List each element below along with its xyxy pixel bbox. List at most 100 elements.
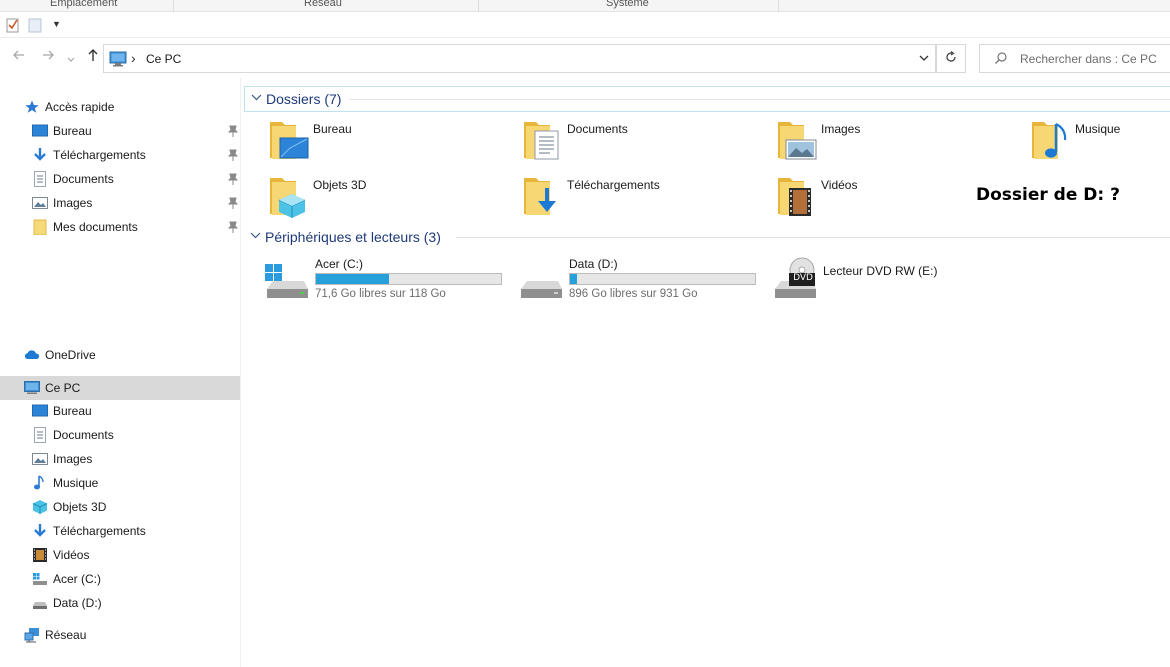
ribbon-separator bbox=[173, 0, 174, 12]
drive-c-icon bbox=[32, 571, 48, 587]
pin-icon[interactable] bbox=[226, 172, 239, 186]
cloud-icon bbox=[24, 347, 40, 363]
sidebar-item-label: Ce PC bbox=[45, 381, 81, 395]
sidebar-item-videos[interactable]: Vidéos bbox=[0, 543, 240, 567]
recent-locations-button[interactable] bbox=[67, 51, 75, 69]
sidebar-item-musique[interactable]: Musique bbox=[0, 471, 240, 495]
pin-icon[interactable] bbox=[226, 148, 239, 162]
sidebar-item-quick-access[interactable]: Accès rapide bbox=[0, 95, 240, 119]
pictures-icon bbox=[32, 451, 48, 467]
sidebar-item-label: Images bbox=[53, 196, 93, 210]
overlay-annotation: Dossier de D: ? bbox=[976, 185, 1120, 205]
sidebar-item-bureau[interactable]: Bureau bbox=[0, 399, 240, 423]
videos-folder-icon bbox=[776, 174, 818, 221]
3d-objects-folder-icon bbox=[268, 174, 310, 221]
pin-icon[interactable] bbox=[226, 124, 239, 138]
downloads-icon bbox=[32, 147, 48, 163]
desktop-icon bbox=[32, 403, 48, 419]
folder-label: Documents bbox=[567, 122, 628, 136]
folder-tile-bureau[interactable]: Bureau bbox=[268, 118, 518, 172]
star-icon bbox=[24, 99, 40, 115]
address-bar[interactable]: › Ce PC bbox=[103, 44, 936, 73]
drive-free-space: 71,6 Go libres sur 118 Go bbox=[315, 288, 446, 300]
folder-tile-images[interactable]: Images bbox=[776, 118, 1026, 172]
breadcrumb-chevron-icon[interactable]: › bbox=[131, 50, 136, 66]
drive-free-space: 896 Go libres sur 931 Go bbox=[569, 288, 698, 300]
desktop-icon bbox=[32, 123, 48, 139]
documents-icon bbox=[32, 171, 48, 187]
up-button[interactable] bbox=[86, 48, 100, 67]
folder-tile-musique[interactable]: Musique bbox=[1030, 118, 1170, 172]
network-icon bbox=[24, 627, 40, 643]
folders-group-header[interactable]: Dossiers (7) bbox=[244, 86, 1170, 112]
breadcrumb-current[interactable]: Ce PC bbox=[146, 52, 181, 66]
back-button[interactable] bbox=[12, 48, 26, 67]
navigation-pane: Accès rapide Bureau Téléchargements Docu… bbox=[0, 78, 241, 667]
documents-folder-icon bbox=[522, 118, 564, 165]
sidebar-item-label: Images bbox=[53, 452, 93, 466]
sidebar-item-mes-documents[interactable]: Mes documents bbox=[0, 215, 240, 239]
new-folder-icon[interactable] bbox=[28, 17, 42, 33]
sidebar-item-images[interactable]: Images bbox=[0, 191, 240, 215]
drive-d-icon bbox=[32, 595, 48, 611]
sidebar-item-telechargements[interactable]: Téléchargements bbox=[0, 519, 240, 543]
customize-toolbar-icon[interactable]: ▼ bbox=[52, 19, 66, 35]
folder-tile-telechargements[interactable]: Téléchargements bbox=[522, 174, 772, 228]
sidebar-item-documents[interactable]: Documents bbox=[0, 167, 240, 191]
sidebar-item-label: Documents bbox=[53, 428, 114, 442]
this-pc-icon bbox=[109, 51, 127, 70]
sidebar-item-telechargements[interactable]: Téléchargements bbox=[0, 143, 240, 167]
drive-label: Lecteur DVD RW (E:) bbox=[823, 264, 938, 278]
downloads-icon bbox=[32, 523, 48, 539]
drive-tile-e[interactable]: DVD Lecteur DVD RW (E:) bbox=[772, 257, 1022, 307]
folder-label: Téléchargements bbox=[567, 178, 660, 192]
ribbon-group-system: Système bbox=[606, 0, 649, 9]
search-icon bbox=[994, 51, 1008, 68]
windows-drive-icon bbox=[264, 257, 310, 304]
search-placeholder: Rechercher dans : Ce PC bbox=[1020, 52, 1157, 66]
dvd-badge: DVD bbox=[793, 273, 813, 283]
drive-label: Data (D:) bbox=[569, 257, 618, 271]
drive-tile-d[interactable]: Data (D:) 896 Go libres sur 931 Go bbox=[518, 257, 768, 307]
ribbon-group-labels: Emplacement Réseau Système bbox=[0, 0, 1170, 12]
drive-usage-fill bbox=[316, 274, 389, 284]
search-box[interactable]: Rechercher dans : Ce PC bbox=[979, 44, 1170, 73]
sidebar-item-label: Téléchargements bbox=[53, 524, 146, 538]
pin-icon[interactable] bbox=[226, 220, 239, 234]
refresh-button[interactable] bbox=[936, 44, 966, 73]
chevron-down-icon[interactable] bbox=[251, 92, 262, 106]
pin-icon[interactable] bbox=[226, 196, 239, 210]
sidebar-item-network[interactable]: Réseau bbox=[0, 623, 240, 647]
sidebar-item-objets-3d[interactable]: Objets 3D bbox=[0, 495, 240, 519]
sidebar-item-this-pc[interactable]: Ce PC bbox=[0, 376, 240, 400]
documents-icon bbox=[32, 427, 48, 443]
drive-tile-c[interactable]: Acer (C:) 71,6 Go libres sur 118 Go bbox=[264, 257, 514, 307]
sidebar-item-bureau[interactable]: Bureau bbox=[0, 119, 240, 143]
music-folder-icon bbox=[1030, 118, 1072, 165]
sidebar-item-images[interactable]: Images bbox=[0, 447, 240, 471]
address-history-dropdown[interactable] bbox=[912, 44, 936, 73]
sidebar-item-drive-c[interactable]: Acer (C:) bbox=[0, 567, 240, 591]
group-title: Dossiers (7) bbox=[266, 91, 342, 107]
sidebar-item-label: Data (D:) bbox=[53, 596, 102, 610]
sidebar-item-label: Objets 3D bbox=[53, 500, 107, 514]
downloads-folder-icon bbox=[522, 174, 564, 221]
drives-group-header[interactable]: Périphériques et lecteurs (3) bbox=[244, 225, 1170, 251]
folder-tile-objets-3d[interactable]: Objets 3D bbox=[268, 174, 518, 228]
folder-tile-documents[interactable]: Documents bbox=[522, 118, 772, 172]
properties-icon[interactable] bbox=[6, 17, 20, 33]
forward-button[interactable] bbox=[41, 48, 55, 67]
ribbon-separator bbox=[778, 0, 779, 12]
this-pc-icon bbox=[24, 380, 40, 396]
sidebar-item-drive-d[interactable]: Data (D:) bbox=[0, 591, 240, 615]
sidebar-item-onedrive[interactable]: OneDrive bbox=[0, 343, 240, 367]
folder-icon bbox=[32, 219, 48, 236]
videos-icon bbox=[32, 547, 48, 563]
sidebar-item-documents[interactable]: Documents bbox=[0, 423, 240, 447]
sidebar-item-label: Réseau bbox=[45, 628, 87, 642]
sidebar-item-label: Mes documents bbox=[53, 220, 138, 234]
chevron-down-icon[interactable] bbox=[250, 230, 261, 244]
sidebar-item-label: Documents bbox=[53, 172, 114, 186]
sidebar-item-label: Bureau bbox=[53, 404, 92, 418]
sidebar-item-label: Accès rapide bbox=[45, 100, 115, 114]
